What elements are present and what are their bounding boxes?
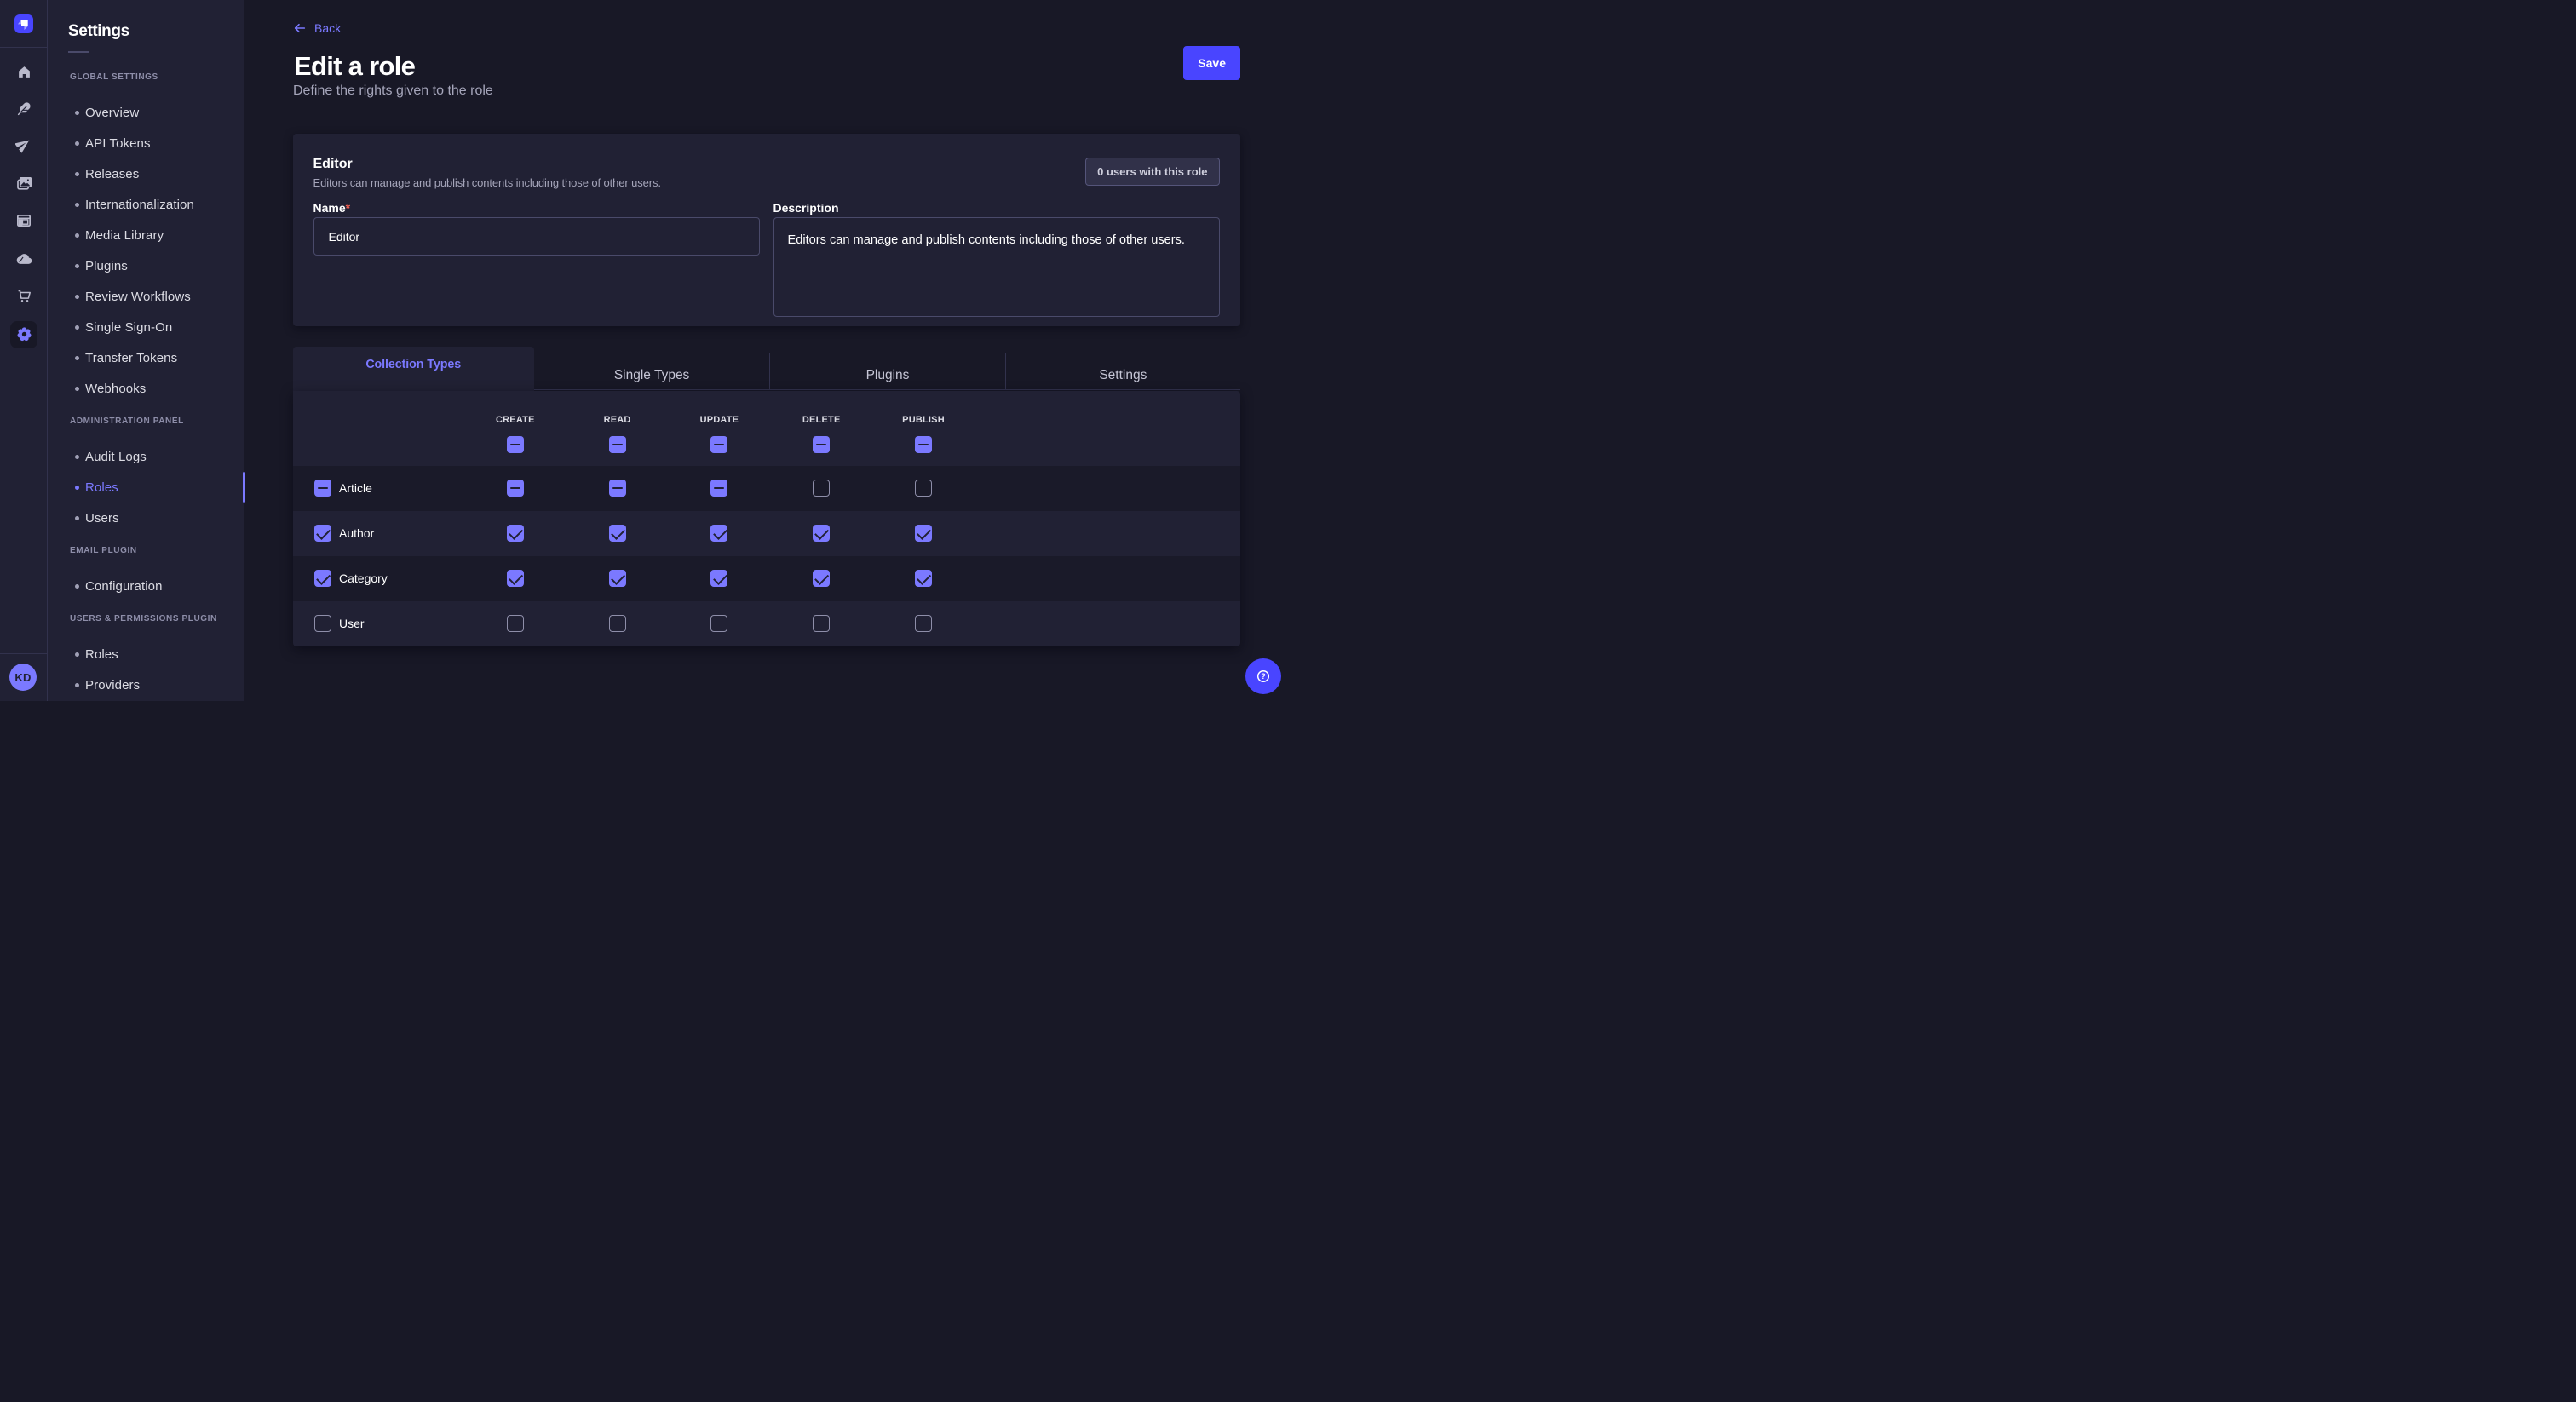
svg-text:?: ?	[1261, 672, 1266, 681]
